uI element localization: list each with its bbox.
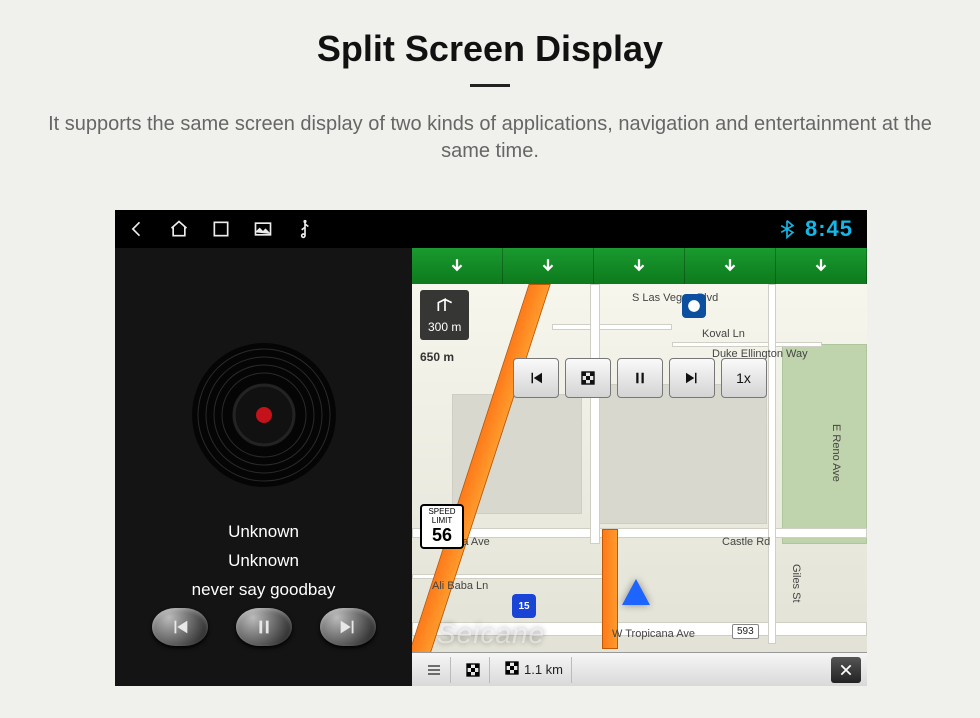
road (768, 284, 776, 644)
turn-distance: 300 m (428, 320, 461, 334)
road (590, 284, 600, 544)
track-album: Unknown (115, 547, 412, 576)
nav-bottom-bar: 1.1 km (412, 652, 867, 686)
sim-next-button[interactable] (669, 358, 715, 398)
track-artist: Unknown (115, 518, 412, 547)
segment-distance: 650 m (420, 350, 454, 364)
road (672, 342, 822, 347)
nav-remaining: 1.1 km (496, 657, 572, 683)
recent-apps-icon[interactable] (211, 219, 231, 239)
title-underline (470, 84, 510, 87)
page-subtitle: It supports the same screen display of t… (0, 111, 980, 165)
turn-instruction: 300 m (420, 290, 469, 340)
map-park-block (782, 344, 867, 544)
lane-arrow-icon (594, 248, 685, 284)
map-block (597, 384, 767, 524)
street-label: Ali Baba Ln (432, 580, 488, 592)
back-icon[interactable] (127, 219, 147, 239)
street-label: Giles St (790, 564, 802, 603)
sim-controls: 1x (513, 358, 767, 398)
picture-icon[interactable] (253, 219, 273, 239)
bluetooth-icon (777, 219, 797, 239)
page-title: Split Screen Display (0, 0, 980, 70)
nav-checkpoints-button[interactable] (457, 657, 490, 683)
nav-remaining-distance: 1.1 km (524, 662, 563, 677)
lane-arrow-icon (776, 248, 867, 284)
home-icon[interactable] (169, 219, 189, 239)
street-label: Castle Rd (722, 536, 770, 548)
album-dial (189, 340, 339, 490)
prev-button[interactable] (152, 608, 208, 646)
lane-guidance-bar (412, 248, 867, 284)
map-canvas[interactable]: S Las Vegas Blvd Koval Ln Duke Ellington… (412, 284, 867, 652)
speed-value: 56 (422, 526, 462, 546)
road-number-badge: 593 (732, 624, 759, 639)
clock: 8:45 (805, 216, 853, 242)
device-screen: 8:45 (115, 210, 867, 686)
sim-pause-button[interactable] (617, 358, 663, 398)
speed-limit-sign: SPEED LIMIT 56 (420, 504, 464, 549)
nav-panel: S Las Vegas Blvd Koval Ln Duke Ellington… (412, 248, 867, 686)
nav-close-button[interactable] (831, 657, 861, 683)
pause-button[interactable] (236, 608, 292, 646)
track-title: never say goodbay (115, 576, 412, 605)
sim-prev-button[interactable] (513, 358, 559, 398)
status-bar: 8:45 (115, 210, 867, 248)
flag-icon (504, 660, 520, 679)
sim-speed-button[interactable]: 1x (721, 358, 767, 398)
lane-arrow-icon (685, 248, 776, 284)
lane-arrow-icon (503, 248, 594, 284)
route-shield (682, 294, 706, 318)
street-label: Koval Ln (702, 328, 745, 340)
sim-route-button[interactable] (565, 358, 611, 398)
nav-menu-button[interactable] (418, 657, 451, 683)
music-controls (115, 608, 412, 646)
music-meta: Unknown Unknown never say goodbay (115, 518, 412, 605)
music-panel: Unknown Unknown never say goodbay (115, 248, 412, 686)
usb-icon[interactable] (295, 219, 315, 239)
street-label: E Reno Ave (830, 424, 842, 482)
road (552, 324, 672, 330)
lane-arrow-icon (412, 248, 503, 284)
vehicle-cursor (622, 579, 650, 605)
street-label: W Tropicana Ave (612, 628, 695, 640)
next-button[interactable] (320, 608, 376, 646)
interstate-shield: 15 (512, 594, 536, 618)
